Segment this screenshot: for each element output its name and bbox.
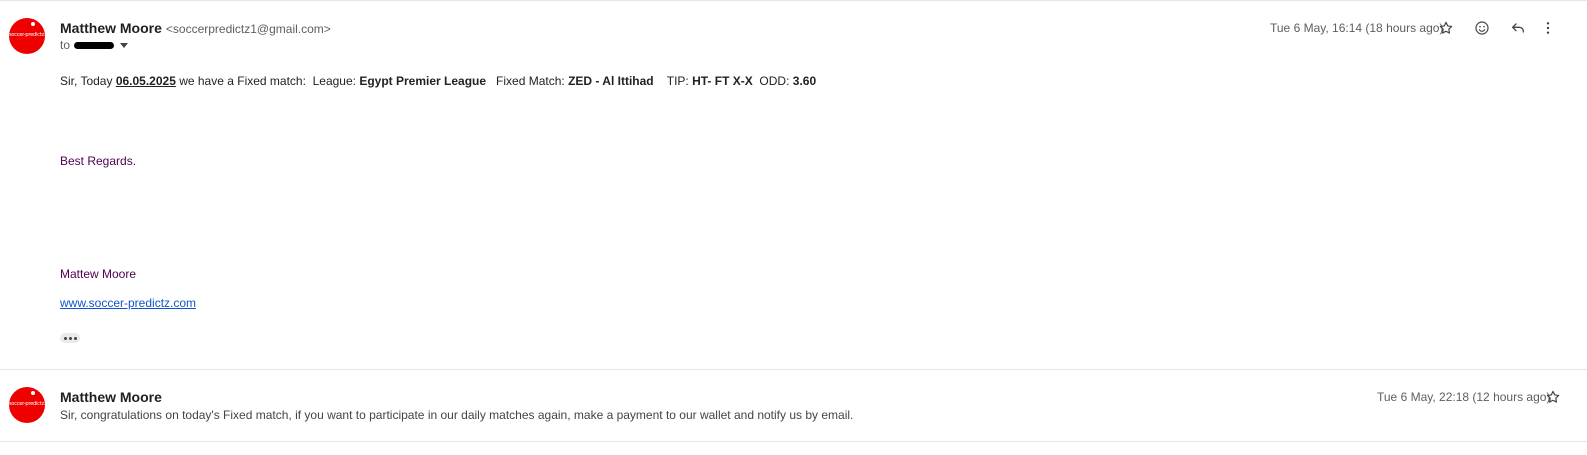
avatar-logo-text: soccer-predictz.com [9,32,45,38]
message-timestamp-2: Tue 6 May, 22:18 (12 hours ago) [1377,390,1551,404]
message-timestamp: Tue 6 May, 16:14 (18 hours ago) [1270,21,1444,35]
avatar-dot [31,391,35,395]
chevron-down-icon[interactable] [120,43,129,49]
show-trimmed-content-button[interactable] [60,333,80,343]
bottom-divider [0,441,1587,442]
match-name: ZED - Al Ittihad [568,74,654,88]
league-name: Egypt Premier League [359,74,487,88]
sender-name[interactable]: Matthew Moore [60,20,162,36]
star-icon[interactable] [1542,386,1564,408]
sender-email: <soccerpredictz1@gmail.com> [165,22,331,36]
message-divider [0,369,1587,370]
website-link[interactable]: www.soccer-predictz.com [60,296,196,310]
tip-value: HT- FT X-X [692,74,753,88]
body-intro: Sir, Today [60,74,116,88]
body-tip-label: TIP: [653,74,693,88]
sender-avatar[interactable]: soccer-predictz.com [9,18,45,54]
signature-name: Mattew Moore [60,267,137,281]
avatar-dot [31,22,35,26]
closing-regards: Best Regards. [60,154,137,168]
sender-line: Matthew Moore <soccerpredictz1@gmail.com> [60,20,331,38]
emoji-icon[interactable] [1471,17,1493,39]
top-divider [0,0,1587,1]
body-odd-label: ODD: [752,74,793,88]
avatar-logo-text: soccer-predictz.com [9,401,45,407]
match-date: 06.05.2025 [115,74,176,88]
redacted-recipient [74,42,115,50]
odd-value: 3.60 [792,74,817,88]
recipient-line: to [60,38,129,52]
star-icon[interactable] [1435,17,1457,39]
body-league-label: we have a Fixed match: League: [175,74,360,88]
to-label: to [60,38,71,52]
sender-avatar-2[interactable]: soccer-predictz.com [9,387,45,423]
message-snippet[interactable]: Sir, congratulations on today's Fixed ma… [60,408,853,422]
sender-name-2[interactable]: Matthew Moore [60,389,162,405]
body-match-label: Fixed Match: [486,74,569,88]
message-body-main: Sir, Today 06.05.2025 we have a Fixed ma… [60,74,816,88]
reply-icon[interactable] [1507,17,1529,39]
more-vert-icon[interactable] [1537,17,1559,39]
